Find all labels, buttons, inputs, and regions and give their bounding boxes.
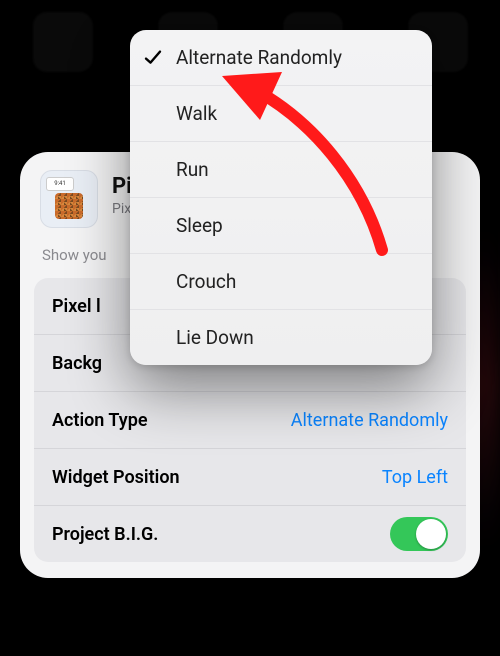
setting-value: Alternate Randomly [291,410,448,431]
toggle-knob [416,519,446,549]
menu-item-lie-down[interactable]: Lie Down [130,309,432,365]
setting-label: Widget Position [52,467,180,488]
setting-label: Project B.I.G. [52,524,158,545]
action-type-menu: Alternate Randomly Walk Run Sleep Crouch… [130,30,432,365]
app-icon-time: 9:41 [46,177,74,191]
setting-row-action-type[interactable]: Action Type Alternate Randomly [34,391,466,448]
app-icon-art [55,193,83,219]
app-icon: 9:41 [40,170,98,228]
menu-item-label: Sleep [176,214,223,237]
menu-item-alternate-randomly[interactable]: Alternate Randomly [130,30,432,85]
menu-item-label: Walk [176,102,217,125]
setting-label: Backg [52,353,102,374]
setting-row-widget-position[interactable]: Widget Position Top Left [34,448,466,505]
setting-row-project-big: Project B.I.G. [34,505,466,562]
menu-item-run[interactable]: Run [130,141,432,197]
setting-value: Top Left [382,467,448,488]
menu-item-walk[interactable]: Walk [130,85,432,141]
menu-item-label: Lie Down [176,326,254,349]
menu-item-sleep[interactable]: Sleep [130,197,432,253]
project-big-toggle[interactable] [390,517,448,551]
menu-item-label: Alternate Randomly [176,46,342,69]
menu-item-label: Run [176,158,209,181]
menu-item-label: Crouch [176,270,236,293]
setting-label: Pixel l [52,296,101,317]
checkmark-icon [144,48,162,66]
menu-item-crouch[interactable]: Crouch [130,253,432,309]
setting-label: Action Type [52,410,148,431]
